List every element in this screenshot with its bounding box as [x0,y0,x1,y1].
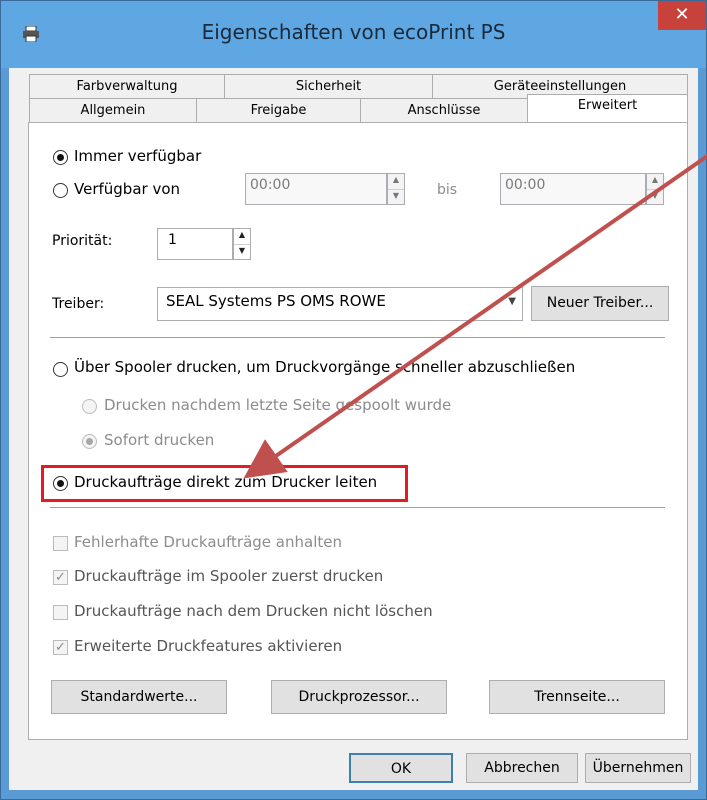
spin-down-icon[interactable]: ▼ [388,189,404,204]
spin-down-icon[interactable]: ▼ [234,244,250,259]
spin-up-icon[interactable]: ▲ [388,174,404,189]
checkmark-icon: ✓ [55,640,66,655]
chevron-down-icon: ▼ [508,296,516,307]
keep-printed-checkbox[interactable] [53,605,68,620]
driver-select[interactable]: SEAL Systems PS OMS ROWE ▼ [157,287,523,321]
tab-anschluesse[interactable]: Anschlüsse [360,98,528,122]
window-title: Eigenschaften von ecoPrint PS [201,20,506,44]
after-last-page-label: Drucken nachdem letzte Seite gespoolt wu… [104,396,452,414]
always-available-radio[interactable] [53,150,68,165]
from-time-input[interactable]: 00:00 [245,173,387,205]
to-time-input[interactable]: 00:00 [500,173,646,205]
close-button[interactable]: ✕ [658,1,706,30]
cancel-button[interactable]: Abbrechen [466,753,578,783]
to-label: bis [437,182,458,198]
after-last-page-radio[interactable] [82,399,97,414]
apply-button[interactable]: Übernehmen [585,753,691,783]
tab-sicherheit[interactable]: Sicherheit [224,74,433,98]
tab-farbverwaltung[interactable]: Farbverwaltung [29,74,225,98]
advanced-features-checkbox[interactable]: ✓ [53,640,68,655]
print-direct-radio[interactable] [53,476,68,491]
checkmark-icon: ✓ [55,570,66,585]
from-time-spinner[interactable]: ▲ ▼ [387,173,405,205]
via-spooler-label: Über Spooler drucken, um Druckvorgänge s… [74,358,576,376]
hold-mismatched-label: Fehlerhafte Druckaufträge anhalten [74,533,342,551]
separator-page-button[interactable]: Trennseite... [489,680,665,714]
print-processor-button[interactable]: Druckprozessor... [271,680,447,714]
priority-label: Priorität: [52,233,113,249]
spin-up-icon[interactable]: ▲ [647,174,663,189]
via-spooler-radio[interactable] [53,362,68,377]
spooled-first-checkbox[interactable]: ✓ [53,570,68,585]
spin-down-icon[interactable]: ▼ [647,189,663,204]
priority-input[interactable]: 1 [157,228,233,260]
new-driver-button[interactable]: Neuer Treiber... [531,286,669,321]
available-from-label: Verfügbar von [74,180,181,198]
hold-mismatched-checkbox[interactable] [53,536,68,551]
driver-label: Treiber: [52,296,105,312]
to-time-spinner[interactable]: ▲ ▼ [646,173,664,205]
print-immediately-label: Sofort drucken [104,431,215,449]
available-from-radio[interactable] [53,183,68,198]
driver-select-value: SEAL Systems PS OMS ROWE [166,292,386,310]
spin-up-icon[interactable]: ▲ [234,229,250,244]
print-direct-label: Druckaufträge direkt zum Drucker leiten [74,473,378,491]
tab-erweitert[interactable]: Erweitert [527,94,688,122]
print-immediately-radio[interactable] [82,434,97,449]
priority-spinner[interactable]: ▲ ▼ [233,228,251,260]
always-available-label: Immer verfügbar [74,147,202,165]
advanced-features-label: Erweiterte Druckfeatures aktivieren [74,637,343,655]
defaults-button[interactable]: Standardwerte... [51,680,227,714]
separator [50,507,665,508]
separator [50,337,665,338]
spooled-first-label: Druckaufträge im Spooler zuerst drucken [74,567,384,585]
ok-button[interactable]: OK [349,753,453,783]
tab-freigabe[interactable]: Freigabe [196,98,361,122]
close-icon: ✕ [674,4,690,25]
keep-printed-label: Druckaufträge nach dem Drucken nicht lös… [74,602,433,620]
tab-allgemein[interactable]: Allgemein [29,98,197,122]
